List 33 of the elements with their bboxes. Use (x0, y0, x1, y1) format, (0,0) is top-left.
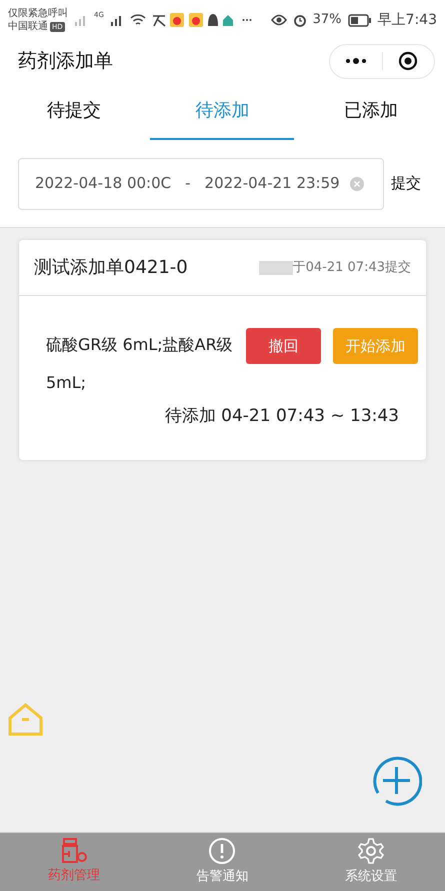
medicine-bottle-icon (60, 838, 88, 864)
submit-button[interactable]: 提交 (391, 172, 421, 195)
reagent-list: 硫酸GR级 6mL;盐酸AR级 5mL; (46, 326, 238, 402)
target-icon (398, 51, 418, 71)
add-icon[interactable] (371, 755, 422, 806)
withdraw-button[interactable]: 撤回 (246, 328, 321, 364)
alarm-icon (292, 13, 307, 27)
carrier-note: 仅限紧急呼叫 (8, 7, 68, 20)
order-title: 测试添加单0421-0 (34, 256, 188, 280)
carrier-name: 中国联通 (8, 20, 48, 33)
page-title: 药剂添加单 (18, 48, 113, 74)
clock-time: 早上7:43 (378, 10, 437, 30)
signal-icon (110, 13, 124, 27)
nav-tab[interactable]: 告警通知 (148, 833, 297, 891)
start-add-button[interactable]: 开始添加 (333, 328, 418, 364)
date-range-field[interactable]: 2022-04-18 00:0C - 2022-04-21 23:59 (18, 158, 384, 210)
nav-tab[interactable]: 系统设置 (296, 833, 445, 891)
battery-percent: 37% (312, 11, 342, 30)
range-separator: - (185, 173, 191, 194)
start-date: 2022-04-18 00:0C (35, 173, 172, 194)
more-notifications-icon (242, 18, 252, 22)
signal-icon (74, 13, 88, 27)
submit-info: 于04-21 07:43提交 (292, 258, 411, 277)
eye-icon (270, 14, 287, 26)
add-status: 待添加 04-21 07:43 ~ 13:43 (164, 405, 399, 428)
tab[interactable]: 已添加 (298, 82, 443, 140)
settings-icon (356, 837, 385, 866)
wifi-icon (130, 13, 146, 27)
end-date: 2022-04-21 23:59 (204, 173, 340, 194)
more-icon (344, 58, 367, 64)
tab[interactable]: 待提交 (2, 82, 146, 140)
battery-icon (348, 14, 372, 26)
alert-icon (208, 837, 236, 866)
